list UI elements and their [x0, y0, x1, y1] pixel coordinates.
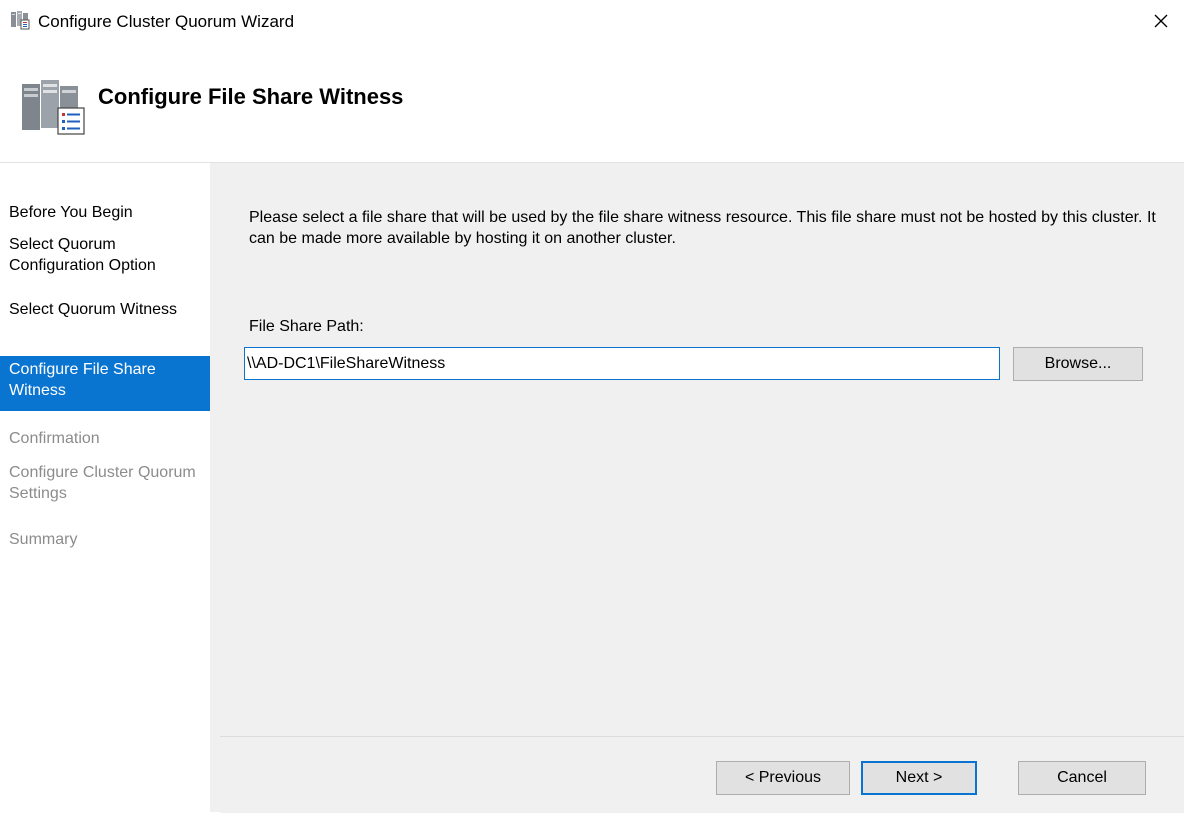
wizard-header: Configure File Share Witness — [0, 46, 1184, 163]
wizard-footer: < Previous Next > Cancel — [220, 736, 1184, 813]
step-confirmation: Confirmation — [9, 430, 100, 447]
step-configure-file-share-witness[interactable]: Configure File Share Witness — [0, 356, 210, 411]
cluster-servers-icon — [22, 80, 86, 136]
file-share-path-input[interactable] — [244, 347, 1000, 380]
next-button[interactable]: Next > — [861, 761, 977, 795]
step-select-quorum-witness[interactable]: Select Quorum Witness — [0, 296, 210, 323]
cancel-button[interactable]: Cancel — [1018, 761, 1146, 795]
window-title: Configure Cluster Quorum Wizard — [38, 12, 295, 31]
file-share-path-label: File Share Path: — [249, 318, 364, 335]
close-icon — [1153, 13, 1169, 34]
step-summary: Summary — [9, 531, 78, 548]
browse-button[interactable]: Browse... — [1013, 347, 1143, 381]
sidebar-divider — [210, 163, 220, 812]
page-title: Configure File Share Witness — [98, 84, 404, 109]
instructions-text: Please select a file share that will be … — [249, 209, 1156, 247]
previous-button[interactable]: < Previous — [716, 761, 850, 795]
wizard-steps: Before You Begin Select Quorum Configura… — [0, 163, 210, 812]
step-before-you-begin[interactable]: Before You Begin — [0, 199, 210, 226]
title-bar: Configure Cluster Quorum Wizard — [0, 0, 1184, 46]
main-panel: Please select a file share that will be … — [220, 163, 1184, 736]
close-button[interactable] — [1138, 0, 1184, 46]
step-select-quorum-configuration-option[interactable]: Select Quorum Configuration Option — [0, 231, 210, 279]
step-configure-cluster-quorum-settings: Configure Cluster Quorum Settings — [9, 464, 196, 502]
cluster-servers-icon — [10, 10, 30, 30]
